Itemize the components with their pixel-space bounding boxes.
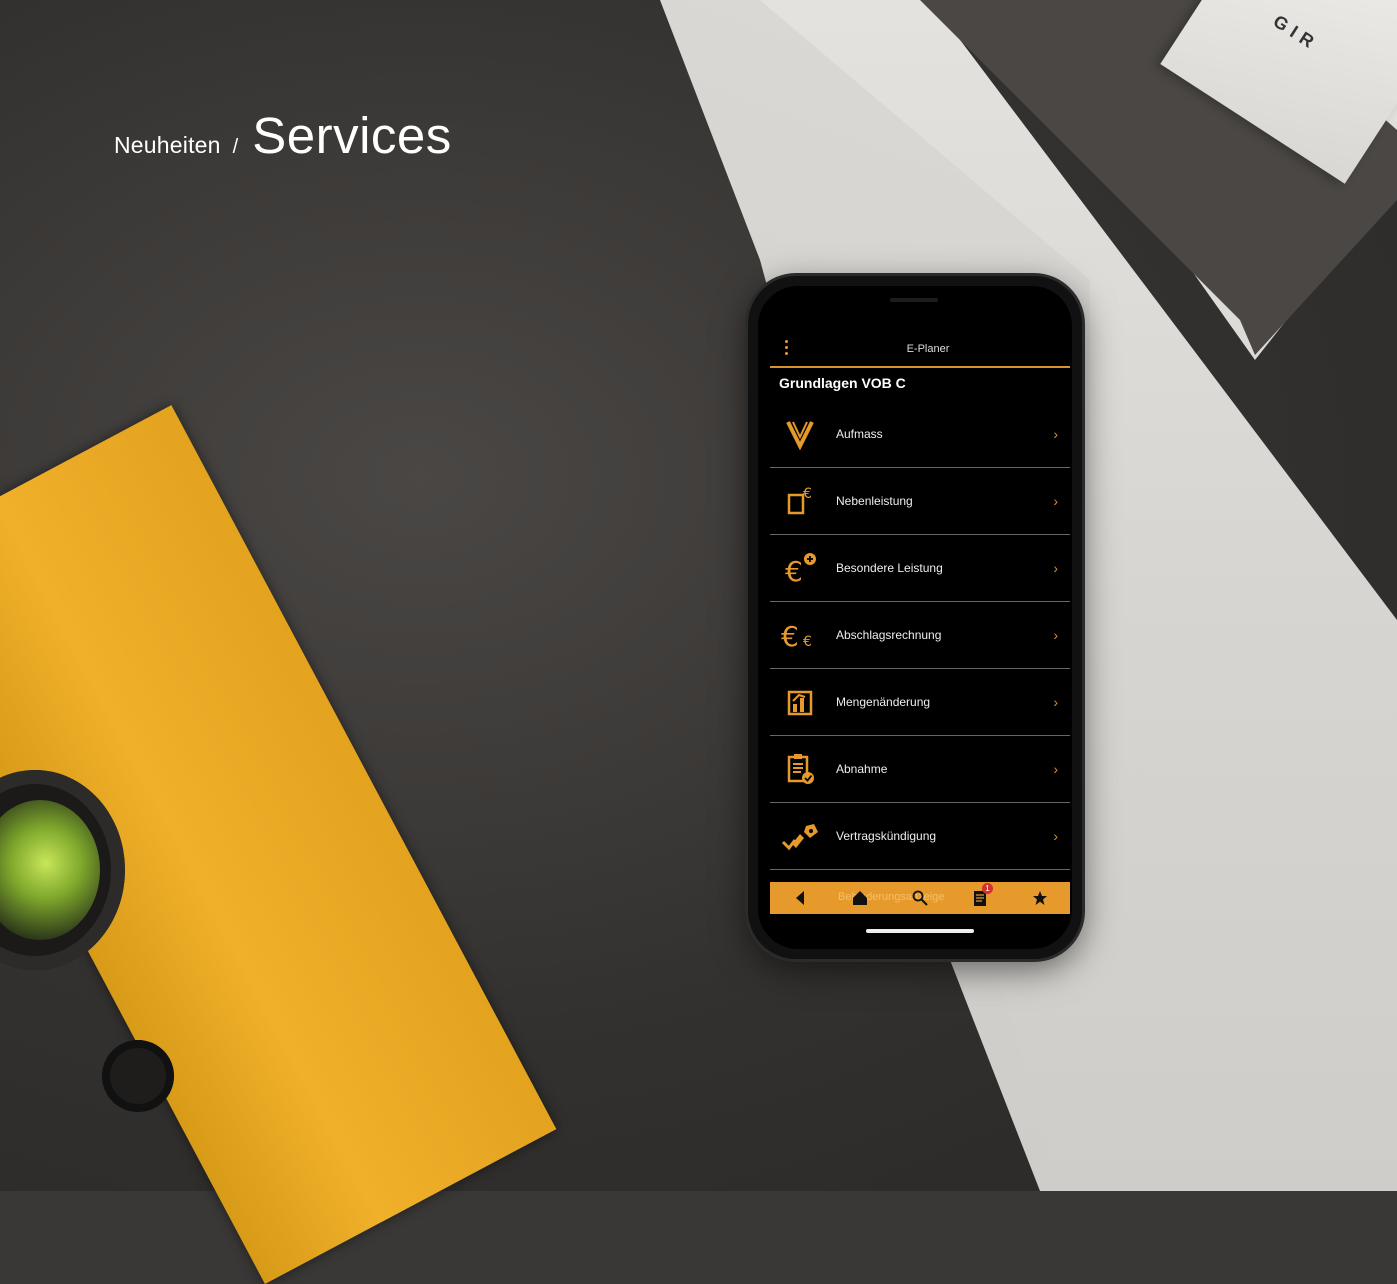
app-bar: E-Planer (770, 338, 1070, 368)
list-item-abschlagsrechnung[interactable]: € € Abschlagsrechnung › (770, 602, 1070, 669)
breadcrumb-separator: / (232, 136, 239, 158)
list-item-label: Vertragskündigung (836, 829, 937, 843)
chart-up-icon (770, 682, 830, 722)
phone-screen: E-Planer Grundlagen VOB C Aufmass › € Ne… (758, 286, 1072, 949)
chevron-right-icon: › (1053, 426, 1058, 442)
measure-v-icon (770, 414, 830, 454)
home-indicator[interactable] (866, 929, 974, 933)
chevron-right-icon: › (1053, 560, 1058, 576)
svg-text:€: € (781, 620, 799, 651)
chevron-right-icon: › (1053, 493, 1058, 509)
euro-plus-icon: € (770, 548, 830, 588)
bottom-nav-bar: Behinderungsanzeige 1 (770, 882, 1070, 914)
notification-badge: 1 (982, 883, 993, 894)
page-heading: Neuheiten / Services (114, 106, 452, 165)
list-item-abnahme[interactable]: Abnahme › (770, 736, 1070, 803)
home-icon[interactable] (845, 885, 875, 911)
list-item-label: Mengenänderung (836, 695, 931, 709)
svg-text:€: € (785, 555, 803, 585)
phone-speaker (890, 298, 938, 302)
contract-cancel-icon (770, 816, 830, 856)
chevron-right-icon: › (1053, 694, 1058, 710)
svg-text:€: € (803, 634, 812, 650)
app-title: E-Planer (906, 343, 950, 355)
list-item-nebenleistung[interactable]: € Nebenleistung › (770, 468, 1070, 535)
notes-icon[interactable]: 1 (965, 883, 995, 911)
list-item-vertragskuendigung[interactable]: Vertragskündigung › (770, 803, 1070, 870)
chevron-right-icon: › (1053, 627, 1058, 643)
list-item-label: Besondere Leistung (836, 561, 943, 575)
box-lettering: GIR (1269, 10, 1323, 55)
menu-list: Aufmass › € Nebenleistung › € Besondere … (770, 401, 1070, 870)
euro-double-icon: € € (770, 615, 830, 655)
document-euro-icon: € (770, 481, 830, 521)
phone-mockup: E-Planer Grundlagen VOB C Aufmass › € Ne… (748, 276, 1082, 959)
favorites-icon[interactable] (1025, 885, 1055, 911)
svg-text:€: € (803, 486, 812, 502)
back-icon[interactable] (785, 885, 815, 911)
page-title: Services (252, 107, 452, 164)
list-item-label: Nebenleistung (836, 494, 913, 508)
clipboard-check-icon (770, 749, 830, 789)
list-item-label: Aufmass (836, 427, 883, 441)
list-item-mengenaenderung[interactable]: Mengenänderung › (770, 669, 1070, 736)
spirit-level-hole (102, 1040, 174, 1112)
chevron-right-icon: › (1053, 828, 1058, 844)
list-item-label: Abschlagsrechnung (836, 628, 942, 642)
chevron-right-icon: › (1053, 761, 1058, 777)
breadcrumb-link[interactable]: Neuheiten (114, 132, 221, 159)
section-title: Grundlagen VOB C (779, 375, 906, 391)
search-icon[interactable] (905, 885, 935, 911)
list-item-label: Abnahme (836, 762, 888, 776)
list-item-besondere-leistung[interactable]: € Besondere Leistung › (770, 535, 1070, 602)
list-item-aufmass[interactable]: Aufmass › (770, 401, 1070, 468)
